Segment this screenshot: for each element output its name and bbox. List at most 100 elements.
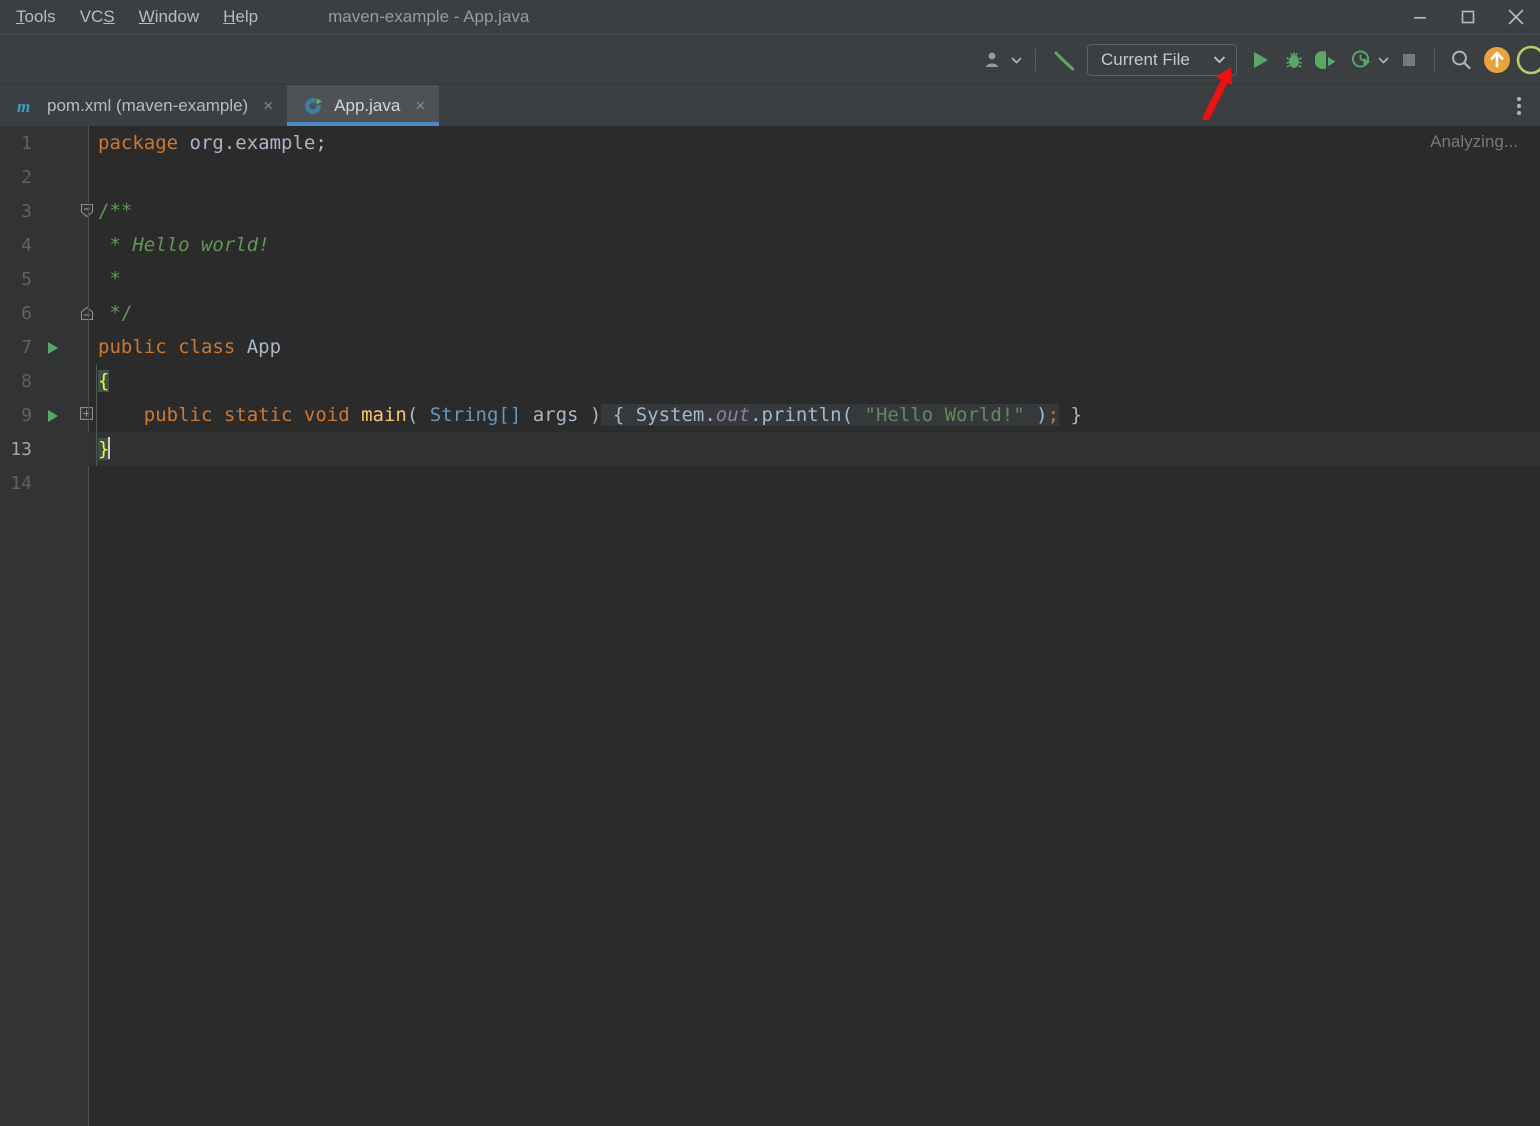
tab-pom-xml[interactable]: m pom.xml (maven-example) × bbox=[0, 85, 287, 126]
method-name-main: main bbox=[349, 404, 407, 426]
code-line-3: /** bbox=[88, 194, 1540, 228]
maximize-button[interactable] bbox=[1444, 0, 1492, 34]
fold-brace-close: } bbox=[1059, 404, 1082, 426]
gutter-line: 14 bbox=[0, 466, 88, 500]
account-button[interactable] bbox=[980, 43, 1026, 77]
keyword-public: public bbox=[98, 404, 213, 426]
tab-app-java[interactable]: App.java × bbox=[287, 85, 440, 126]
gutter-run-icon[interactable] bbox=[46, 409, 60, 428]
build-project-button[interactable] bbox=[1045, 43, 1083, 77]
indent-guide bbox=[96, 364, 97, 398]
string-hello-world: "Hello World!" bbox=[864, 404, 1025, 426]
keyword-public: public bbox=[98, 336, 167, 358]
code-line-8: { bbox=[88, 364, 1540, 398]
editor-gutter[interactable]: 1 2 3 4 5 6 7 8 9 13 14 bbox=[0, 126, 94, 1126]
gutter-run-icon[interactable] bbox=[46, 341, 60, 360]
user-icon bbox=[986, 52, 998, 67]
matching-brace-open: { bbox=[98, 370, 110, 392]
menu-item-window[interactable]: Window bbox=[137, 5, 201, 29]
chevron-down-icon bbox=[1011, 56, 1022, 64]
code-line-5: * bbox=[88, 262, 1540, 296]
close-button[interactable] bbox=[1492, 0, 1540, 34]
search-icon bbox=[1452, 50, 1471, 69]
javadoc-start: /** bbox=[98, 200, 133, 222]
profiler-button[interactable] bbox=[1345, 43, 1393, 77]
line-number: 3 bbox=[21, 200, 32, 222]
code-editor[interactable]: Analyzing... 1 2 3 4 5 6 7 8 9 13 14 pac… bbox=[0, 126, 1540, 1126]
stop-button[interactable] bbox=[1393, 43, 1425, 77]
menu-item-tools[interactable]: Tools bbox=[14, 5, 58, 29]
minimize-button[interactable] bbox=[1396, 0, 1444, 34]
run-play-icon bbox=[1254, 51, 1268, 68]
debug-bug-icon bbox=[1286, 51, 1302, 68]
keyword-static: static bbox=[212, 404, 293, 426]
menu-item-help[interactable]: Help bbox=[221, 5, 260, 29]
settings-avatar-button[interactable] bbox=[1516, 43, 1540, 77]
folded-code-region[interactable]: { System.out.println( "Hello World!" ); bbox=[601, 404, 1060, 426]
minimize-icon bbox=[1414, 17, 1426, 19]
line-number: 8 bbox=[21, 370, 32, 392]
maven-m-icon: m bbox=[17, 97, 30, 116]
package-name: org.example; bbox=[178, 132, 327, 154]
paren-open: ( bbox=[841, 404, 865, 426]
gutter-line: 6 bbox=[0, 296, 94, 330]
gutter-line: 3 bbox=[0, 194, 94, 228]
code-line-4: * Hello world! bbox=[88, 228, 1540, 262]
line-number: 14 bbox=[10, 472, 32, 494]
paren-open: ( bbox=[406, 404, 430, 426]
debug-button[interactable] bbox=[1277, 43, 1311, 77]
main-toolbar: Current File bbox=[0, 34, 1540, 84]
editor-tab-bar: m pom.xml (maven-example) × App.java × bbox=[0, 84, 1540, 126]
gutter-line: 2 bbox=[0, 160, 88, 194]
line-number: 4 bbox=[21, 234, 32, 256]
avatar-icon bbox=[1516, 45, 1540, 74]
type-string-array: String[] bbox=[429, 404, 522, 426]
javadoc-end: */ bbox=[98, 302, 133, 324]
java-runnable-class-icon bbox=[305, 97, 324, 114]
line-number: 2 bbox=[21, 166, 32, 188]
chevron-down-icon bbox=[1213, 56, 1226, 64]
code-content[interactable]: package org.example; /** * Hello world! … bbox=[88, 126, 1540, 1126]
run-with-coverage-button[interactable] bbox=[1311, 43, 1345, 77]
tab-close-icon[interactable]: × bbox=[263, 97, 273, 114]
more-options-icon bbox=[1517, 96, 1521, 115]
gutter-line: 1 bbox=[0, 126, 88, 160]
param-args: args bbox=[521, 404, 579, 426]
field-out: out bbox=[715, 404, 751, 426]
paren-close: ) bbox=[1024, 404, 1048, 426]
update-project-button[interactable] bbox=[1478, 43, 1516, 77]
hammer-icon bbox=[1054, 50, 1075, 71]
update-arrow-up-icon bbox=[1484, 46, 1510, 73]
gutter-line: 5 bbox=[0, 262, 88, 296]
window-title: maven-example - App.java bbox=[328, 7, 530, 26]
fold-brace-open: { bbox=[601, 404, 636, 426]
code-line-9: public static void main( String[] args )… bbox=[88, 398, 1540, 432]
code-line-6: */ bbox=[88, 296, 1540, 330]
line-number: 6 bbox=[21, 302, 32, 324]
semicolon: ; bbox=[1047, 404, 1060, 426]
code-line-13: } bbox=[88, 432, 1540, 466]
run-configuration-selector[interactable]: Current File bbox=[1087, 43, 1237, 76]
line-number: 9 bbox=[21, 404, 32, 426]
javadoc-text: * Hello world! bbox=[98, 234, 270, 256]
gutter-line: 8 bbox=[0, 364, 88, 398]
javadoc-text: * bbox=[98, 268, 121, 290]
menu-item-vcs[interactable]: VCS bbox=[78, 5, 117, 29]
gutter-line: 9 bbox=[0, 398, 93, 432]
tab-label: pom.xml (maven-example) bbox=[47, 95, 249, 115]
paren-close: ) bbox=[578, 404, 602, 426]
class-name-app: App bbox=[235, 336, 282, 358]
toolbar-separator-2 bbox=[1434, 48, 1435, 71]
window-controls bbox=[1396, 0, 1540, 34]
tab-options-button[interactable] bbox=[1498, 85, 1540, 126]
line-number: 7 bbox=[21, 336, 32, 358]
indent-guide bbox=[96, 432, 97, 466]
tab-close-icon[interactable]: × bbox=[415, 97, 425, 114]
line-number: 5 bbox=[21, 268, 32, 290]
stop-square-icon bbox=[1403, 53, 1415, 66]
keyword-package: package bbox=[98, 132, 179, 154]
run-button[interactable] bbox=[1243, 43, 1277, 77]
run-configuration-label: Current File bbox=[1101, 49, 1190, 69]
search-everywhere-button[interactable] bbox=[1444, 43, 1478, 77]
